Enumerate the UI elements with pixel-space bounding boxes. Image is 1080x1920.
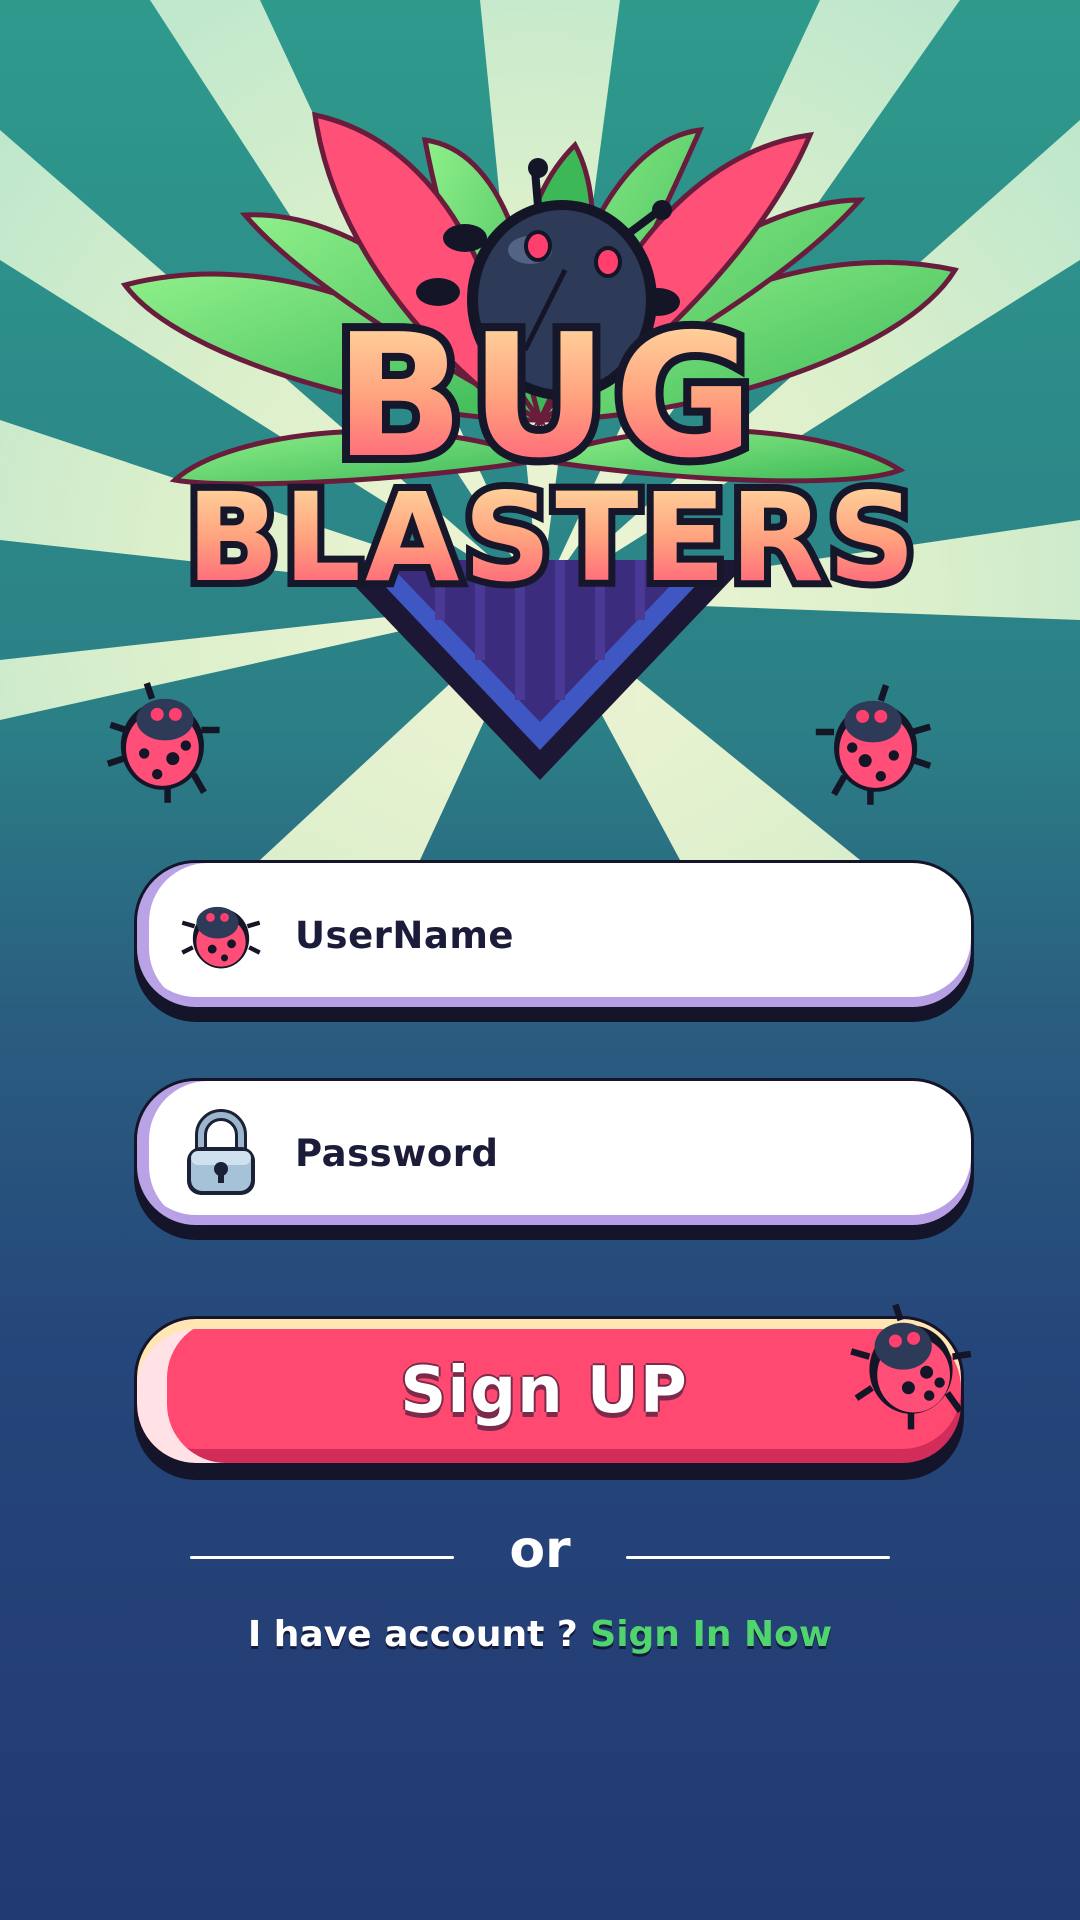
- divider-line-right: [626, 1556, 890, 1559]
- sign-in-link[interactable]: Sign In Now: [590, 1614, 832, 1655]
- username-field[interactable]: UserName: [134, 860, 974, 1010]
- padlock-icon: [175, 1107, 267, 1199]
- sign-up-label: Sign UP: [400, 1354, 688, 1428]
- or-label: or: [509, 1520, 571, 1580]
- ladybug-icon: [106, 682, 220, 803]
- password-field[interactable]: Password: [134, 1078, 974, 1228]
- account-prompt: I have account ?: [247, 1614, 578, 1655]
- divider-line-left: [190, 1556, 454, 1559]
- ladybug-icon: [850, 1303, 972, 1430]
- sign-up-button[interactable]: Sign UP: [134, 1316, 964, 1466]
- ladybug-icon: [175, 889, 267, 981]
- title-line2: BLASTERS: [186, 467, 919, 609]
- ladybug-icon: [815, 684, 932, 805]
- password-placeholder: Password: [295, 1131, 499, 1175]
- username-placeholder: UserName: [295, 913, 514, 957]
- account-prompt-row: I have account ? Sign In Now: [0, 1614, 1080, 1655]
